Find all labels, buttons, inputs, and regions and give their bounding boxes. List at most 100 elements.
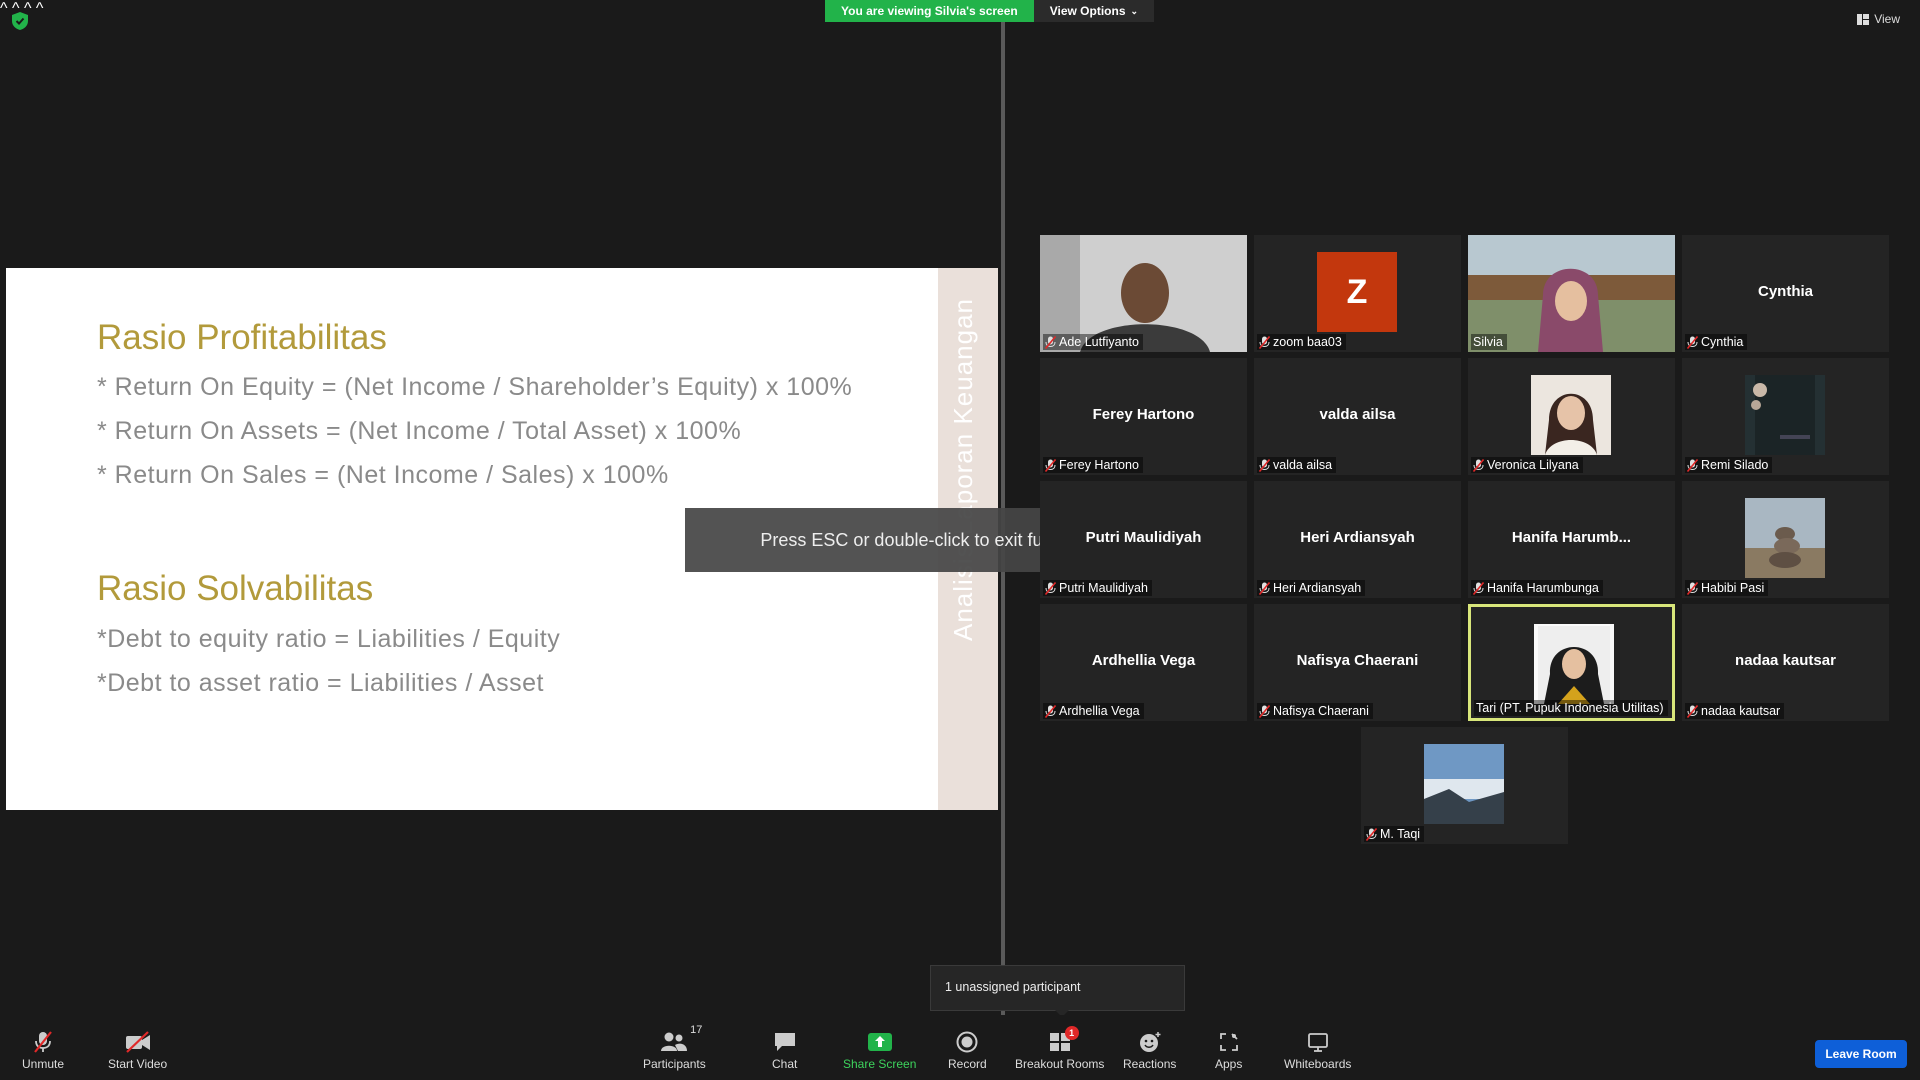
participant-display-name: Hanifa Harumb...: [1511, 529, 1632, 546]
breakout-rooms-button[interactable]: 1 Breakout Rooms: [1015, 1026, 1105, 1071]
participant-tile[interactable]: Tari (PT. Pupuk Indonesia Utilitas): [1468, 604, 1675, 721]
participant-name-label: Hanifa Harumbunga: [1471, 580, 1603, 596]
participant-tile[interactable]: Heri Ardiansyah Heri Ardiansyah: [1254, 481, 1461, 598]
microphone-muted-icon: [1044, 704, 1057, 718]
grid-view-icon: [1857, 13, 1870, 25]
participant-name: Remi Silado: [1701, 458, 1769, 472]
apps-icon: [1219, 1033, 1238, 1051]
participant-name-label: Ferey Hartono: [1043, 457, 1143, 473]
participant-name-label: nadaa kautsar: [1685, 703, 1785, 719]
view-options-label: View Options: [1049, 4, 1126, 18]
participant-name: Ade Lutfiyanto: [1059, 335, 1139, 349]
microphone-muted-icon: [1258, 704, 1271, 718]
participant-profile-picture: [1424, 744, 1504, 824]
participant-name: Habibi Pasi: [1701, 581, 1765, 595]
record-button[interactable]: Record: [948, 1030, 987, 1071]
whiteboards-button[interactable]: Whiteboards: [1284, 1030, 1351, 1071]
unassigned-participant-tooltip[interactable]: 1 unassigned participant: [930, 965, 1185, 1011]
participant-name: M. Taqi: [1380, 827, 1421, 841]
participant-name-label: Cynthia: [1685, 334, 1748, 350]
participant-name: Cynthia: [1701, 335, 1744, 349]
record-icon: [956, 1031, 978, 1053]
microphone-muted-icon: [1365, 827, 1378, 841]
participants-icon: [661, 1032, 688, 1051]
participant-display-name: Heri Ardiansyah: [1300, 529, 1415, 546]
share-options-caret[interactable]: ^: [36, 0, 44, 17]
microphone-muted-icon: [1686, 581, 1699, 595]
participants-label: Participants: [643, 1057, 706, 1071]
apps-button[interactable]: Apps: [1215, 1030, 1242, 1071]
slide-heading-solvency: Rasio Solvabilitas: [97, 569, 374, 608]
chat-button[interactable]: Chat: [772, 1030, 797, 1071]
microphone-muted-icon: [1686, 458, 1699, 472]
participant-tile[interactable]: Ade Lutfiyanto: [1040, 235, 1247, 352]
screen-share-banner: You are viewing Silvia's screen View Opt…: [825, 0, 1155, 22]
participant-tile[interactable]: Nafisya Chaerani Nafisya Chaerani: [1254, 604, 1461, 721]
participant-profile-picture: [1534, 624, 1614, 704]
participant-name-label: Silvia: [1471, 334, 1507, 350]
view-options-button[interactable]: View Options ⌄: [1033, 0, 1155, 22]
slide-line: * Return On Assets = (Net Income / Total…: [97, 417, 742, 445]
participant-display-name: Putri Maulidiyah: [1085, 529, 1202, 546]
microphone-muted-icon: [1044, 335, 1057, 349]
participant-name: valda ailsa: [1273, 458, 1333, 472]
participant-tile[interactable]: Silvia: [1468, 235, 1675, 352]
participant-name-label: Veronica Lilyana: [1471, 457, 1583, 473]
participant-name-label: Remi Silado: [1685, 457, 1773, 473]
participant-tile[interactable]: Cynthia Cynthia: [1682, 235, 1889, 352]
participant-tile[interactable]: Ferey Hartono Ferey Hartono: [1040, 358, 1247, 475]
participant-display-name: Ardhellia Vega: [1091, 652, 1196, 669]
audio-options-caret[interactable]: ^: [0, 0, 8, 17]
participant-name: Ferey Hartono: [1059, 458, 1139, 472]
whiteboard-icon: [1307, 1033, 1328, 1052]
participant-tile[interactable]: Veronica Lilyana: [1468, 358, 1675, 475]
participant-name-label: valda ailsa: [1257, 457, 1337, 473]
participant-name-label: Ade Lutfiyanto: [1043, 334, 1143, 350]
share-screen-button[interactable]: Share Screen: [843, 1030, 916, 1071]
start-video-button[interactable]: Start Video: [108, 1030, 167, 1071]
microphone-muted-icon: [34, 1031, 52, 1053]
slide-line: *Debt to equity ratio = Liabilities / Eq…: [97, 625, 561, 653]
participant-tile[interactable]: valda ailsa valda ailsa: [1254, 358, 1461, 475]
reactions-icon: [1139, 1032, 1161, 1052]
slide-line: * Return On Equity = (Net Income / Share…: [97, 373, 853, 401]
participant-name-label: Nafisya Chaerani: [1257, 703, 1373, 719]
participant-display-name: Cynthia: [1757, 283, 1813, 300]
reactions-label: Reactions: [1123, 1057, 1177, 1071]
microphone-muted-icon: [1044, 458, 1057, 472]
breakout-rooms-label: Breakout Rooms: [1015, 1057, 1105, 1071]
participant-name-label: Heri Ardiansyah: [1257, 580, 1366, 596]
participant-display-name: valda ailsa: [1319, 406, 1396, 423]
avatar: Z: [1317, 252, 1397, 332]
participant-tile[interactable]: Hanifa Harumb... Hanifa Harumbunga: [1468, 481, 1675, 598]
share-screen-icon: [867, 1033, 892, 1051]
participant-name-label: zoom baa03: [1257, 334, 1346, 350]
leave-room-button[interactable]: Leave Room: [1815, 1040, 1907, 1068]
slide-vertical-title: Analisis Laporan Keuangan: [948, 298, 978, 642]
reactions-button[interactable]: Reactions: [1123, 1030, 1176, 1071]
view-button[interactable]: View: [1857, 12, 1900, 26]
participant-name: nadaa kautsar: [1701, 704, 1781, 718]
camera-off-icon: [125, 1031, 150, 1053]
participant-tile[interactable]: M. Taqi: [1361, 727, 1568, 844]
slide-heading-profitability: Rasio Profitabilitas: [97, 318, 387, 357]
security-shield-icon[interactable]: [12, 12, 28, 30]
participant-tile[interactable]: Remi Silado: [1682, 358, 1889, 475]
share-screen-label: Share Screen: [843, 1057, 917, 1071]
participant-name: zoom baa03: [1273, 335, 1342, 349]
view-label: View: [1874, 12, 1900, 26]
participant-tile[interactable]: Zzoom baa03: [1254, 235, 1461, 352]
participants-button[interactable]: 17 Participants: [643, 1024, 706, 1071]
unmute-button[interactable]: Unmute: [22, 1030, 64, 1071]
participant-tile[interactable]: Putri Maulidiyah Putri Maulidiyah: [1040, 481, 1247, 598]
participant-tile[interactable]: nadaa kautsar nadaa kautsar: [1682, 604, 1889, 721]
participant-tile[interactable]: Ardhellia Vega Ardhellia Vega: [1040, 604, 1247, 721]
apps-label: Apps: [1215, 1057, 1243, 1071]
whiteboards-label: Whiteboards: [1284, 1057, 1352, 1071]
participant-tile[interactable]: Habibi Pasi: [1682, 481, 1889, 598]
participant-profile-picture: [1745, 375, 1825, 455]
participant-name-label: M. Taqi: [1364, 826, 1425, 842]
participant-name: Tari (PT. Pupuk Indonesia Utilitas): [1476, 701, 1664, 715]
participant-name: Ardhellia Vega: [1059, 704, 1140, 718]
participant-profile-picture: [1531, 375, 1611, 455]
